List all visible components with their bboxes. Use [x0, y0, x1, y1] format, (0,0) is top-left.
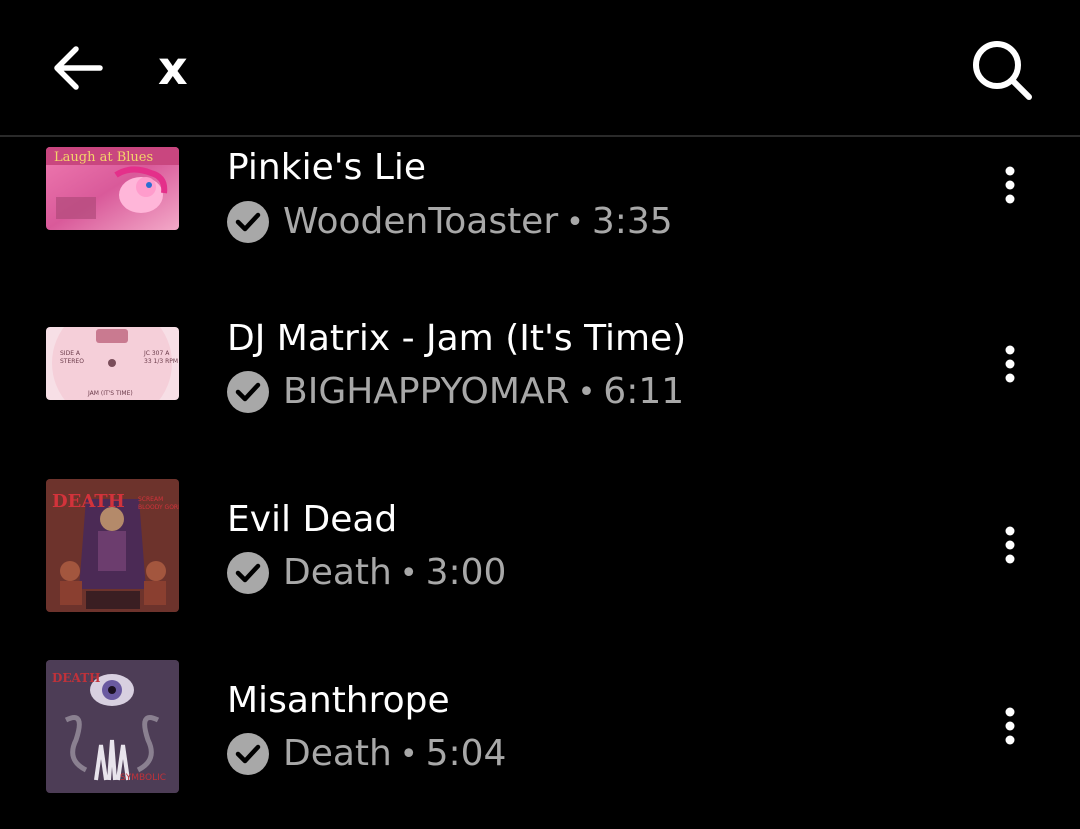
svg-text:DEATH: DEATH	[52, 491, 125, 512]
back-button[interactable]	[38, 28, 118, 108]
more-vert-icon	[1005, 166, 1015, 204]
result-row[interactable]: DEATH SCREAM BLOODY GORE Evil Dead Death…	[0, 454, 1080, 635]
track-title: Pinkie's Lie	[227, 147, 427, 188]
track-meta: BIGHAPPYOMAR • 6:11	[227, 370, 684, 414]
track-title: DJ Matrix - Jam (It's Time)	[227, 318, 687, 359]
result-row[interactable]: Laugh at Blues Pinkie's Lie WoodenToaste…	[0, 137, 1080, 273]
search-query-text[interactable]: x	[158, 38, 188, 98]
more-options-button[interactable]	[984, 694, 1036, 758]
search-button[interactable]	[960, 28, 1044, 112]
more-vert-icon	[1005, 707, 1015, 745]
album-art-symbolic: DEATH SYMBOLIC	[46, 660, 179, 793]
check-circle-icon	[227, 201, 269, 243]
top-app-bar: x	[0, 0, 1080, 137]
track-meta: Death • 5:04	[227, 732, 506, 776]
svg-text:JAM (IT'S TIME): JAM (IT'S TIME)	[87, 390, 133, 397]
artist-name: Death	[283, 552, 392, 593]
more-options-button[interactable]	[984, 332, 1036, 396]
more-vert-icon	[1005, 345, 1015, 383]
svg-text:SIDE A: SIDE A	[60, 350, 81, 357]
svg-text:Laugh at Blues: Laugh at Blues	[54, 150, 153, 165]
artist-name: Death	[283, 733, 392, 774]
track-duration: 3:00	[425, 552, 507, 593]
svg-text:STEREO: STEREO	[60, 358, 84, 365]
track-meta: WoodenToaster • 3:35	[227, 200, 673, 244]
track-duration: 3:35	[591, 201, 673, 242]
album-art-scream-bloody-gore: DEATH SCREAM BLOODY GORE	[46, 479, 179, 612]
more-options-button[interactable]	[984, 153, 1036, 217]
result-row[interactable]: SIDE A STEREO JC 307 A 33 1/3 RPM JAM (I…	[0, 273, 1080, 454]
arrow-left-icon	[54, 46, 103, 90]
more-options-button[interactable]	[984, 513, 1036, 577]
album-art-pinkie: Laugh at Blues	[46, 147, 179, 230]
separator-dot: •	[566, 204, 584, 240]
svg-text:DEATH: DEATH	[52, 671, 100, 685]
search-results-list: Laugh at Blues Pinkie's Lie WoodenToaste…	[0, 137, 1080, 829]
separator-dot: •	[399, 736, 418, 772]
album-art-vinyl-label: SIDE A STEREO JC 307 A 33 1/3 RPM JAM (I…	[46, 327, 179, 400]
svg-text:SCREAM: SCREAM	[138, 496, 163, 503]
track-duration: 6:11	[603, 371, 685, 412]
svg-text:BLOODY GORE: BLOODY GORE	[138, 504, 179, 511]
track-meta: Death • 3:00	[227, 551, 506, 595]
track-title: Evil Dead	[227, 499, 398, 540]
separator-dot: •	[577, 374, 596, 410]
svg-text:SYMBOLIC: SYMBOLIC	[120, 773, 166, 783]
separator-dot: •	[399, 555, 418, 591]
result-row[interactable]: DEATH SYMBOLIC Misanthrope Death • 5:04	[0, 635, 1080, 816]
check-circle-icon	[227, 552, 269, 594]
track-title: Misanthrope	[227, 680, 450, 721]
more-vert-icon	[1005, 526, 1015, 564]
check-circle-icon	[227, 733, 269, 775]
track-duration: 5:04	[425, 733, 507, 774]
svg-text:JC 307 A: JC 307 A	[143, 350, 170, 357]
artist-name: BIGHAPPYOMAR	[283, 371, 570, 412]
artist-name: WoodenToaster	[283, 201, 559, 242]
svg-text:33 1/3 RPM: 33 1/3 RPM	[144, 358, 178, 365]
search-icon	[973, 41, 1032, 100]
check-circle-icon	[227, 371, 269, 413]
